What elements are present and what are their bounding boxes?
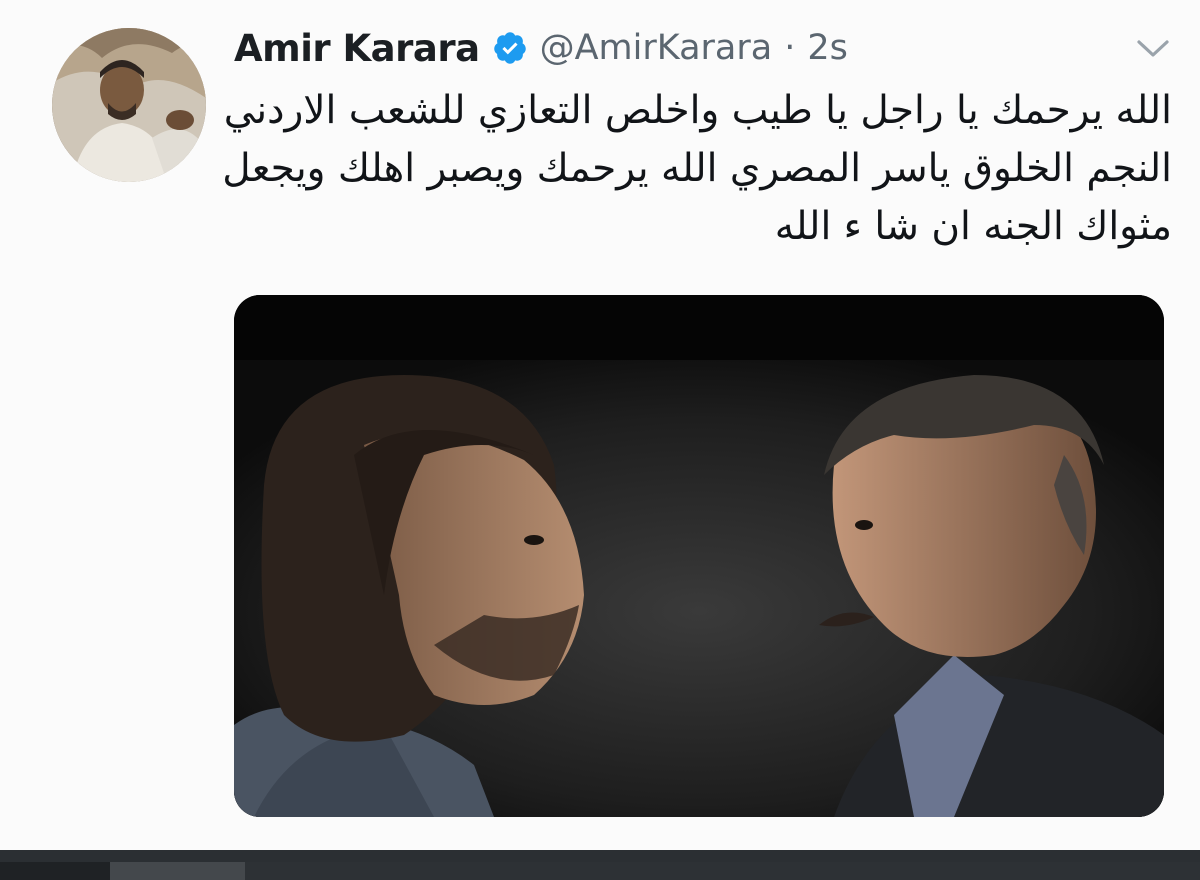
- tweet-text-line: مثواك الجنه ان شا ء الله: [774, 204, 1172, 249]
- separator-dot: ·: [784, 28, 796, 68]
- avatar[interactable]: [52, 28, 206, 182]
- scrollbar-thumb[interactable]: [110, 862, 245, 880]
- tweet-media-image[interactable]: [234, 295, 1164, 817]
- scrollbar-track: [245, 862, 1200, 880]
- tweet-card[interactable]: Amir Karara @AmirKarara · 2s الله يرحمك …: [0, 0, 1200, 850]
- user-handle[interactable]: @AmirKarara: [540, 28, 773, 68]
- timestamp[interactable]: 2s: [807, 28, 848, 68]
- screenshot-frame: Amir Karara @AmirKarara · 2s الله يرحمك …: [0, 0, 1200, 880]
- tweet-text-line: الله يرحمك يا راجل يا طيب واخلص التعازي …: [223, 88, 1172, 133]
- scrollbar-segment: [0, 862, 110, 880]
- bottom-scrollbar[interactable]: [0, 850, 1200, 880]
- tweet-header: Amir Karara @AmirKarara · 2s: [234, 18, 848, 78]
- chevron-down-icon[interactable]: [1136, 38, 1170, 60]
- tweet-text: الله يرحمك يا راجل يا طيب واخلص التعازي …: [222, 82, 1172, 256]
- display-name[interactable]: Amir Karara: [234, 27, 480, 70]
- tweet-text-line: النجم الخلوق ياسر المصري الله يرحمك ويصب…: [222, 146, 1172, 191]
- verified-badge-icon: [493, 32, 526, 64]
